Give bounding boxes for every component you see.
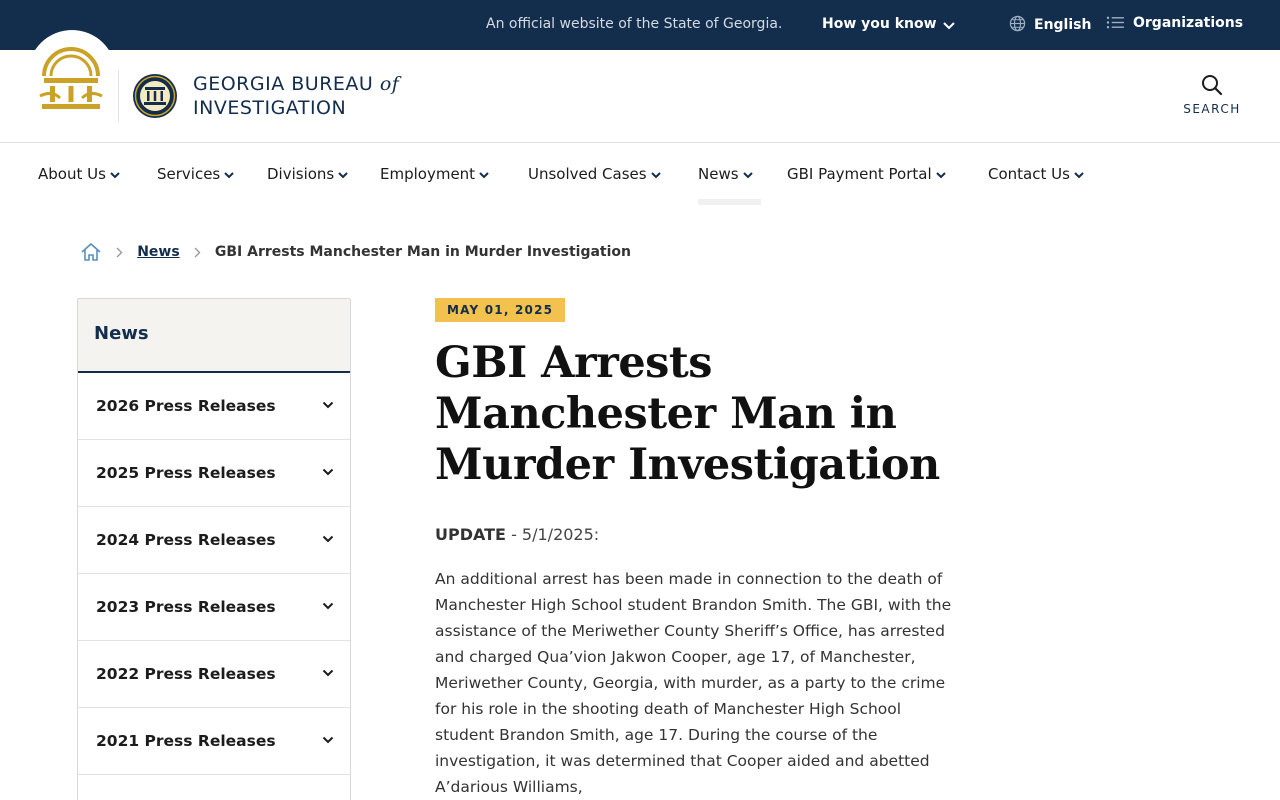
agency-name-line1: GEORGIA BUREAU <box>193 73 374 95</box>
sidebar-item-label: 2026 Press Releases <box>96 397 276 415</box>
chevron-down-icon <box>742 172 753 179</box>
nav-unsolved-cases[interactable]: Unsolved Cases <box>528 165 661 183</box>
chevron-down-icon <box>110 172 120 179</box>
gbi-seal-icon[interactable] <box>132 70 178 122</box>
official-banner: An official website of the State of Geor… <box>0 0 1280 50</box>
main-navigation: About Us Services Divisions Employment U… <box>0 143 1280 207</box>
agency-name[interactable]: GEORGIA BUREAU of INVESTIGATION <box>193 72 399 120</box>
nav-services[interactable]: Services <box>157 165 234 183</box>
agency-name-line2: INVESTIGATION <box>193 97 347 119</box>
nav-active-indicator <box>698 199 761 205</box>
sidebar-item-label: 2021 Press Releases <box>96 732 276 750</box>
chevron-right-icon <box>116 247 123 257</box>
list-icon <box>1106 16 1124 29</box>
language-selector[interactable]: English <box>1009 15 1091 33</box>
chevron-down-icon <box>935 172 946 179</box>
header-divider <box>118 70 119 122</box>
update-label: UPDATE <box>435 525 506 544</box>
chevron-down-icon[interactable] <box>322 669 334 677</box>
chevron-down-icon[interactable] <box>322 736 334 744</box>
nav-label: About Us <box>38 165 106 183</box>
how-you-know-label: How you know <box>822 16 937 32</box>
sidebar-item-2024-press-releases[interactable]: 2024 Press Releases <box>78 507 350 574</box>
agency-name-of: of <box>379 73 400 95</box>
chevron-down-icon[interactable] <box>322 401 334 409</box>
language-label: English <box>1034 17 1092 33</box>
nav-label: Divisions <box>267 165 335 183</box>
nav-about-us[interactable]: About Us <box>38 165 120 183</box>
search-label: SEARCH <box>1183 102 1241 116</box>
sidebar-item-2021-press-releases[interactable]: 2021 Press Releases <box>78 708 350 775</box>
sidebar-item-label: 2024 Press Releases <box>96 531 276 549</box>
article-body: An additional arrest has been made in co… <box>435 570 952 796</box>
chevron-down-icon[interactable] <box>322 468 334 476</box>
search-button[interactable]: SEARCH <box>1176 74 1248 116</box>
chevron-down-icon[interactable] <box>322 602 334 610</box>
article-update-line: UPDATE - 5/1/2025: <box>435 525 599 544</box>
chevron-down-icon <box>338 172 348 179</box>
sidebar-item-2026-press-releases[interactable]: 2026 Press Releases <box>78 373 350 440</box>
sidebar-item-2023-press-releases[interactable]: 2023 Press Releases <box>78 574 350 641</box>
georgia-logo-link[interactable] <box>28 30 116 130</box>
article-title: GBI Arrests Manchester Man in Murder Inv… <box>435 338 940 490</box>
sidebar-item-2022-press-releases[interactable]: 2022 Press Releases <box>78 641 350 708</box>
how-you-know-toggle[interactable]: How you know <box>822 16 955 32</box>
official-site-text: An official website of the State of Geor… <box>486 16 783 32</box>
sidebar-nav: News 2026 Press Releases 2025 Press Rele… <box>77 298 351 800</box>
chevron-down-icon[interactable] <box>322 535 334 543</box>
georgia-arch-logo-icon <box>39 47 103 109</box>
nav-news[interactable]: News <box>698 165 753 183</box>
site-header: GEORGIA BUREAU of INVESTIGATION SEARCH <box>0 30 1280 143</box>
nav-label: Contact Us <box>988 165 1070 183</box>
nav-contact-us[interactable]: Contact Us <box>988 165 1084 183</box>
organizations-label: Organizations <box>1133 15 1244 31</box>
sidebar-item-label: 2022 Press Releases <box>96 665 276 683</box>
nav-label: Employment <box>380 165 476 183</box>
sidebar-item-label: 2025 Press Releases <box>96 464 276 482</box>
nav-label: News <box>698 165 739 183</box>
chevron-down-icon <box>224 172 234 179</box>
chevron-down-icon <box>650 172 661 179</box>
nav-gbi-payment-portal[interactable]: GBI Payment Portal <box>787 165 946 183</box>
chevron-down-icon <box>942 22 955 30</box>
sidebar-heading[interactable]: News <box>78 299 350 373</box>
nav-label: GBI Payment Portal <box>787 165 932 183</box>
chevron-down-icon <box>479 172 489 179</box>
nav-employment[interactable]: Employment <box>380 165 489 183</box>
organizations-link[interactable]: Organizations <box>1106 15 1243 31</box>
globe-icon <box>1009 15 1026 32</box>
article-date-badge: MAY 01, 2025 <box>435 298 566 322</box>
breadcrumb: News GBI Arrests Manchester Man in Murde… <box>80 241 631 265</box>
search-icon <box>1202 75 1223 96</box>
nav-divisions[interactable]: Divisions <box>267 165 348 183</box>
breadcrumb-news-link[interactable]: News <box>137 244 179 260</box>
nav-label: Unsolved Cases <box>528 165 647 183</box>
chevron-right-icon <box>194 247 201 257</box>
nav-label: Services <box>157 165 221 183</box>
home-icon[interactable] <box>80 241 102 263</box>
sidebar-item-label: 2023 Press Releases <box>96 598 276 616</box>
chevron-down-icon <box>1074 172 1084 179</box>
update-date: - 5/1/2025: <box>505 525 600 544</box>
breadcrumb-current: GBI Arrests Manchester Man in Murder Inv… <box>214 244 632 260</box>
sidebar-item-2025-press-releases[interactable]: 2025 Press Releases <box>78 440 350 507</box>
